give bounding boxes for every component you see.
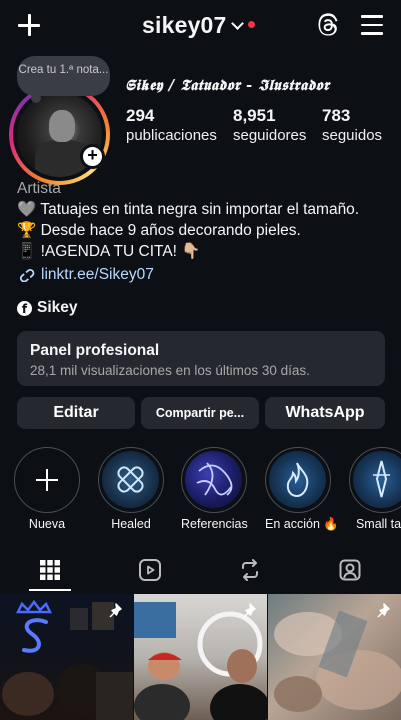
stat-followers[interactable]: 8,951 seguidores bbox=[233, 106, 306, 146]
bio-category: Artista bbox=[17, 180, 61, 197]
stat-following-value: 783 bbox=[322, 106, 351, 125]
stat-followers-label: seguidores bbox=[233, 127, 307, 144]
stat-following[interactable]: 783 seguidos bbox=[322, 106, 382, 146]
active-tab-indicator bbox=[29, 589, 71, 591]
pin-icon bbox=[243, 603, 256, 618]
tab-grid[interactable] bbox=[0, 548, 100, 592]
bandage-icon bbox=[117, 466, 144, 493]
stat-following-label: seguidos bbox=[322, 127, 383, 144]
notification-dot bbox=[247, 20, 255, 28]
display-name: 𝕾𝖎𝖐𝖊𝖞 / 𝕿𝖆𝖙𝖚𝖆𝖉𝖔𝖗 - 𝕴𝖑𝖚𝖘𝖙𝖗𝖆𝖉𝖔𝖗 bbox=[125, 76, 330, 94]
highlight-new[interactable]: Nueva bbox=[14, 447, 80, 531]
highlight-healed[interactable]: Healed bbox=[98, 447, 164, 531]
stat-followers-value: 8,951 bbox=[233, 106, 276, 125]
bio: Artista 🩶 Tatuajes en tinta negra sin im… bbox=[17, 178, 397, 285]
post-thumbnail[interactable] bbox=[0, 594, 133, 720]
whatsapp-button[interactable]: WhatsApp bbox=[265, 397, 385, 429]
pin-icon bbox=[109, 603, 122, 618]
bio-link-text: linktr.ee/Sikey07 bbox=[41, 266, 154, 283]
highlight-small-tatt[interactable]: Small tatt bbox=[349, 447, 401, 531]
plus-icon bbox=[36, 469, 58, 491]
stat-posts-value: 294 bbox=[126, 106, 155, 125]
highlight-label: Healed bbox=[111, 517, 151, 531]
highlight-label: En acción 🔥 bbox=[265, 517, 339, 531]
highlight-label: Referencias bbox=[181, 517, 248, 531]
small-tattoo-icon bbox=[373, 460, 390, 498]
top-bar: sikey07 bbox=[0, 0, 401, 52]
stat-posts[interactable]: 294 publicaciones bbox=[126, 106, 217, 146]
edit-profile-button[interactable]: Editar bbox=[17, 397, 135, 429]
note-text: Crea tu 1.ª nota... bbox=[18, 64, 109, 76]
plus-icon[interactable] bbox=[16, 12, 42, 38]
bio-link[interactable]: linktr.ee/Sikey07 bbox=[17, 264, 397, 285]
post-thumbnail[interactable] bbox=[268, 594, 401, 720]
grid-icon bbox=[40, 560, 60, 580]
facebook-icon: f bbox=[17, 300, 32, 316]
highlight-en-accion[interactable]: En acción 🔥 bbox=[265, 447, 339, 532]
pin-icon bbox=[377, 603, 390, 618]
posts-grid bbox=[0, 594, 401, 720]
add-story-icon[interactable]: + bbox=[80, 144, 105, 169]
note-bubble[interactable]: Crea tu 1.ª nota... bbox=[17, 56, 110, 103]
highlight-label: Small tatt bbox=[355, 517, 401, 531]
avatar-story-ring[interactable] bbox=[9, 84, 110, 185]
tab-reels[interactable] bbox=[100, 548, 200, 592]
stat-posts-label: publicaciones bbox=[126, 127, 217, 144]
tagged-icon bbox=[339, 559, 361, 581]
highlight-label: Nueva bbox=[28, 517, 66, 531]
reels-icon bbox=[139, 559, 161, 581]
bio-line: 🏆 Desde hace 9 años decorando pieles. bbox=[17, 222, 301, 239]
professional-dashboard[interactable]: Panel profesional 28,1 mil visualizacion… bbox=[17, 331, 385, 386]
facebook-link[interactable]: f Sikey bbox=[17, 299, 78, 317]
profile-tabs bbox=[0, 548, 401, 592]
tab-tagged[interactable] bbox=[300, 548, 400, 592]
highlight-referencias[interactable]: Referencias bbox=[181, 447, 248, 531]
flame-icon bbox=[286, 462, 309, 498]
account-switcher[interactable]: sikey07 bbox=[142, 12, 255, 39]
professional-dashboard-subtitle: 28,1 mil visualizaciones en los últimos … bbox=[30, 363, 310, 378]
bio-line: 🩶 Tatuajes en tinta negra sin importar e… bbox=[17, 201, 360, 218]
menu-icon[interactable] bbox=[361, 15, 383, 35]
post-thumbnail[interactable] bbox=[134, 594, 267, 720]
tab-reposts[interactable] bbox=[200, 548, 300, 592]
link-icon bbox=[19, 268, 35, 282]
username: sikey07 bbox=[142, 12, 227, 38]
chevron-down-icon bbox=[230, 16, 244, 30]
bio-line: 📱 !AGENDA TU CITA! 👇🏼 bbox=[17, 243, 201, 260]
professional-dashboard-title: Panel profesional bbox=[30, 342, 160, 359]
reposts-icon bbox=[242, 559, 258, 581]
share-profile-button[interactable]: Compartir pe... bbox=[141, 397, 259, 429]
threads-icon[interactable] bbox=[316, 13, 340, 37]
abstract-art-icon bbox=[196, 462, 233, 496]
facebook-name: Sikey bbox=[37, 299, 78, 316]
